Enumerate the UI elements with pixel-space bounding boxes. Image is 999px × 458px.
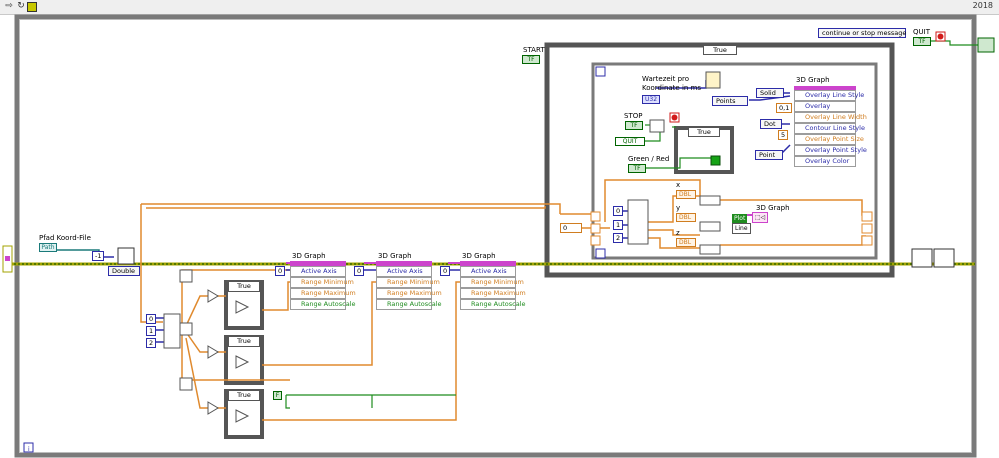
prop-overlay-point-style[interactable]: Overlay Point Style (794, 145, 867, 156)
axis2-graph-title: 3D Graph (378, 252, 412, 260)
axis3-graph-title: 3D Graph (462, 252, 496, 260)
axis3-prop-active-axis[interactable]: Active Axis (460, 266, 516, 277)
build-array-icon-3 (179, 377, 193, 391)
axis1-graph-title: 3D Graph (292, 252, 326, 260)
axis1-prop-range-max[interactable]: Range Maximum (290, 288, 356, 299)
quit-terminal[interactable]: TF (913, 37, 931, 46)
or-gate-icon (649, 119, 665, 133)
loop-iteration-label: i (28, 446, 30, 453)
axis1-prop-range-min[interactable]: Range Minimum (290, 277, 354, 288)
line-width-constant[interactable]: 0,1 (776, 103, 793, 113)
axis1-prop-active-axis[interactable]: Active Axis (290, 266, 346, 277)
prop-overlay-point-size[interactable]: Overlay Point Size (794, 134, 864, 145)
x-label: x (676, 181, 681, 189)
prop-contour-line-style[interactable]: Contour Line Style (794, 123, 865, 134)
build-array-icon-1 (179, 269, 193, 283)
index-y-constant[interactable]: 1 (613, 220, 624, 230)
case-selector-axis1[interactable]: True (228, 281, 260, 292)
double-type-select[interactable]: Double (108, 266, 140, 276)
axis2-prop-autoscale[interactable]: Range Autoscale (376, 299, 442, 310)
point-size-constant[interactable]: 5 (778, 130, 789, 140)
build-array-icon-2 (179, 322, 193, 336)
wartezeit-label: Wartezeit pro Koordinate in ms (642, 75, 702, 92)
axis2-prop-range-max[interactable]: Range Maximum (376, 288, 442, 299)
index-constant-1[interactable]: 1 (146, 326, 157, 336)
plot-label: Plot (732, 214, 748, 223)
main-graph-title: 3D Graph (796, 76, 830, 84)
index-constant-2[interactable]: 2 (146, 338, 157, 348)
start-label: START (523, 46, 545, 54)
constant-neg-one[interactable]: -1 (92, 251, 105, 261)
y-label: y (676, 204, 681, 212)
points-enum[interactable]: Points (712, 96, 748, 106)
quit-label: QUIT (913, 28, 930, 36)
stop-terminal[interactable]: TF (625, 121, 643, 130)
axis3-prop-autoscale[interactable]: Range Autoscale (460, 299, 526, 310)
case-selector-axis2[interactable]: True (228, 336, 260, 347)
axis2-prop-range-min[interactable]: Range Minimum (376, 277, 440, 288)
prop-overlay-color[interactable]: Overlay Color (794, 156, 856, 167)
index-z-constant[interactable]: 2 (613, 233, 624, 243)
index-x-constant[interactable]: 0 (613, 206, 624, 216)
dot-enum[interactable]: Dot (760, 119, 782, 129)
z-label: z (676, 229, 680, 237)
axis1-active-constant[interactable]: 0 (275, 266, 286, 276)
index-constant-0[interactable]: 0 (146, 314, 157, 324)
pfad-label: Pfad Koord-File (39, 234, 91, 242)
axis1-prop-autoscale[interactable]: Range Autoscale (290, 299, 356, 310)
green-red-terminal[interactable]: TF (628, 164, 646, 173)
axis3-prop-range-min[interactable]: Range Minimum (460, 277, 524, 288)
start-terminal[interactable]: TF (522, 55, 540, 64)
merge-errors-icon-2 (699, 221, 721, 232)
case-selector-axis3[interactable]: True (228, 390, 260, 401)
led-green-icon (710, 155, 721, 166)
zero-dbl-constant[interactable]: 0 (560, 223, 582, 233)
axis2-property-node[interactable]: Active Axis Range Minimum Range Maximum … (376, 266, 442, 310)
read-file-icon (117, 247, 135, 265)
prop-overlay[interactable]: Overlay (794, 101, 856, 112)
prop-overlay-line-width[interactable]: Overlay Line Width (794, 112, 867, 123)
axis3-prop-range-max[interactable]: Range Maximum (460, 288, 526, 299)
axis3-active-constant[interactable]: 0 (440, 266, 451, 276)
index-array-icon (163, 313, 181, 349)
block-diagram-canvas (2, 14, 995, 458)
x-indicator[interactable]: DBL (676, 190, 696, 199)
message-ring[interactable]: continue or stop message (818, 28, 906, 38)
merge-errors-icon (699, 195, 721, 206)
false-constant[interactable]: F (273, 391, 282, 400)
pfad-terminal[interactable]: Path (39, 243, 57, 252)
y-indicator[interactable]: DBL (676, 213, 696, 222)
simple-error-handler-icon (911, 248, 933, 268)
axis2-prop-active-axis[interactable]: Active Axis (376, 266, 432, 277)
line-label: Line (732, 223, 751, 234)
green-red-label: Green / Red (628, 155, 670, 163)
quit-local-variable[interactable]: QUIT (615, 137, 645, 146)
start-case-selector[interactable]: True (703, 45, 737, 55)
axis3-property-node[interactable]: Active Axis Range Minimum Range Maximum … (460, 266, 526, 310)
stop-case-selector[interactable]: True (688, 127, 720, 137)
main-graph-property-node[interactable]: Overlay Line Style Overlay Overlay Line … (794, 90, 867, 167)
axis1-property-node[interactable]: Active Axis Range Minimum Range Maximum … (290, 266, 356, 310)
close-file-icon (933, 248, 955, 268)
stop-label: STOP (624, 112, 643, 120)
prop-overlay-line-style[interactable]: Overlay Line Style (794, 90, 864, 101)
axis2-active-constant[interactable]: 0 (354, 266, 365, 276)
wartezeit-terminal[interactable]: U32 (642, 95, 660, 104)
stop-loop-terminal-icon (977, 37, 995, 53)
small-graph-terminal[interactable]: ⬚◁ (752, 212, 769, 223)
z-indicator[interactable]: DBL (676, 238, 696, 247)
outer-while-loop (14, 14, 977, 458)
merge-errors-icon-3 (699, 244, 721, 255)
index-array-icon-2 (627, 199, 649, 245)
point-enum[interactable]: Point (755, 150, 783, 160)
solid-enum[interactable]: Solid (756, 88, 784, 98)
